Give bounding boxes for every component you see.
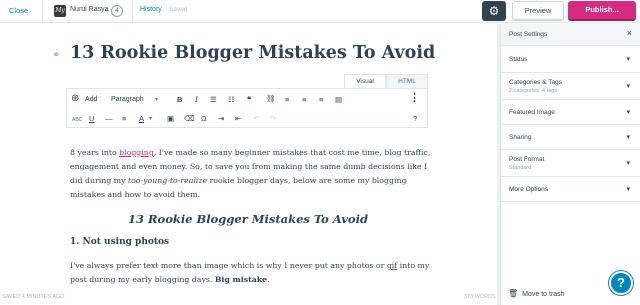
bold-icon[interactable]: B [177, 95, 182, 105]
sidebar-section-status[interactable]: Status ▾ [501, 46, 640, 73]
divider [42, 0, 43, 23]
sidebar-title: Post Settings [509, 31, 548, 38]
preview-button[interactable]: Preview [512, 1, 564, 21]
divider [132, 0, 133, 23]
align-right-icon[interactable]: ≡ [319, 95, 323, 105]
content-heading-2[interactable]: 13 Rookie Blogger Mistakes To Avoid [70, 212, 426, 226]
content-heading-3[interactable]: 1. Not using photos [70, 237, 169, 247]
saved-status: Saved [169, 6, 188, 13]
chevron-down-icon: ▾ [155, 97, 159, 103]
redo-icon[interactable]: ↷ [270, 114, 276, 124]
sidebar-header: Post Settings × [501, 24, 640, 46]
text-color-icon[interactable]: A [139, 114, 144, 124]
paste-text-icon[interactable]: ▣ [167, 114, 174, 124]
chevron-down-icon: ▾ [626, 56, 630, 63]
post-body-paragraph[interactable]: 8 years into blogging, I've made so many… [70, 146, 436, 202]
section-label: Status [509, 56, 528, 63]
trash-icon: 🗑 [508, 289, 519, 298]
bold-text: Big mistake [214, 275, 268, 284]
section-summary: Standard [509, 165, 532, 171]
paragraph-text: . [267, 275, 270, 284]
align-left-icon[interactable]: ≡ [285, 95, 289, 105]
add-media-icon[interactable]: ⊕ [71, 94, 79, 104]
settings-gear-button[interactable]: ⚙ [482, 1, 506, 21]
paragraph-text: I've always prefer text more than image … [70, 261, 387, 270]
sidebar-section-categories-tags[interactable]: Categories & Tags 2 categories, 4 tags ▾ [501, 73, 640, 100]
section-label: Categories & Tags [509, 79, 562, 86]
chevron-down-icon: ▾ [626, 160, 630, 167]
underline-icon[interactable]: U [89, 114, 94, 124]
clear-formatting-icon[interactable]: ⌫ [184, 114, 195, 124]
site-name[interactable]: Nurul Rasya [70, 6, 109, 13]
sidebar-section-sharing[interactable]: Sharing ▾ [501, 125, 640, 150]
editor-area: ⚭ 13 Rookie Blogger Mistakes To Avoid Vi… [0, 24, 500, 305]
chevron-down-icon: ▾ [626, 83, 630, 90]
sidebar-section-featured-image[interactable]: Featured Image ▾ [501, 100, 640, 125]
site-count-badge: 4 [111, 5, 123, 17]
undo-icon[interactable]: ↶ [253, 114, 259, 124]
section-label: Sharing [509, 134, 532, 141]
autosave-status: SAVED 4 MINUTES AGO [2, 294, 65, 300]
justify-icon[interactable]: ≡ [122, 114, 126, 124]
strikethrough-icon[interactable]: ABC [72, 115, 82, 125]
sidebar-section-post-format[interactable]: Post Format Standard ▾ [501, 150, 640, 177]
permalink-icon[interactable]: ⚭ [52, 50, 60, 61]
question-mark-icon: ? [617, 275, 625, 290]
move-to-trash-button[interactable]: 🗑 Move to trash [508, 289, 565, 298]
help-button[interactable]: ? [609, 271, 633, 295]
more-options-icon[interactable]: ⋮ [409, 93, 420, 104]
tab-visual[interactable]: Visual [344, 74, 386, 88]
post-title-input[interactable]: 13 Rookie Blogger Mistakes To Avoid [70, 43, 435, 63]
chevron-down-icon: ▾ [626, 134, 630, 141]
section-summary: 2 categories, 4 tags [509, 88, 558, 94]
chevron-down-icon: ▾ [149, 116, 153, 122]
sidebar-section-more-options[interactable]: More Options ▾ [501, 177, 640, 202]
gear-icon: ⚙ [488, 4, 500, 18]
help-icon[interactable]: ? [413, 114, 417, 124]
close-button[interactable]: Close [9, 6, 28, 15]
site-icon: My [54, 5, 66, 17]
bullet-list-icon[interactable]: ☰ [210, 95, 217, 105]
history-link[interactable]: History [140, 6, 162, 13]
chevron-down-icon: ▾ [626, 109, 630, 116]
horizontal-line-icon[interactable]: — [105, 114, 113, 124]
chevron-down-icon: ▾ [626, 186, 630, 193]
add-button[interactable]: Add [85, 95, 97, 105]
post-body-paragraph[interactable]: I've always prefer text more than image … [70, 259, 436, 287]
numbered-list-icon[interactable]: ☷ [228, 95, 235, 105]
outdent-icon[interactable]: ⇤ [235, 114, 241, 124]
section-label: Featured Image [509, 109, 555, 116]
formatting-toolbar: ⊕ Add Paragraph ▾ B I ☰ ☷ ❝ ⛓ ≡ ≡ ≡ ▤ ⋮ … [66, 88, 428, 128]
blockquote-icon[interactable]: ❝ [247, 95, 251, 105]
align-center-icon[interactable]: ≡ [302, 95, 306, 105]
close-icon[interactable]: × [627, 28, 632, 38]
trash-label: Move to trash [522, 291, 565, 298]
publish-button[interactable]: Publish... [568, 1, 636, 21]
blogging-link[interactable]: blogging [119, 148, 154, 157]
misspelled-word: gif [386, 261, 398, 270]
link-icon[interactable]: ⛓ [266, 94, 276, 104]
italic-icon[interactable]: I [195, 95, 198, 105]
paragraph-format-select[interactable]: Paragraph [111, 95, 144, 105]
post-settings-sidebar: Post Settings × Status ▾ Categories & Ta… [500, 24, 640, 305]
italic-text: too-young-to-realize [127, 176, 208, 185]
paragraph-text: 8 years into [70, 148, 120, 157]
top-bar: Close My Nurul Rasya 4 History Saved ⚙ P… [0, 0, 640, 23]
indent-icon[interactable]: ⇥ [218, 114, 224, 124]
section-label: More Options [509, 186, 549, 193]
tab-html[interactable]: HTML [386, 74, 428, 88]
section-label: Post Format [509, 156, 545, 163]
more-tag-icon[interactable]: ▤ [335, 95, 342, 105]
word-count: 373 WORDS [464, 294, 496, 300]
special-character-icon[interactable]: Ω [201, 114, 207, 124]
